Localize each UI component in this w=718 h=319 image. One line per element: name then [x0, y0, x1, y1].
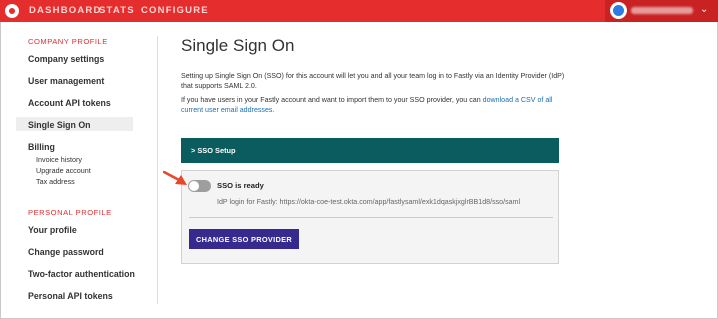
- sso-setup-header[interactable]: > SSO Setup: [181, 138, 559, 163]
- sso-setup-title: > SSO Setup: [191, 146, 236, 155]
- fastly-logo-icon[interactable]: [5, 4, 19, 18]
- sidebar-item-change-password[interactable]: Change password: [28, 247, 104, 257]
- sso-toggle[interactable]: [188, 180, 211, 192]
- sidebar-item-user-management[interactable]: User management: [28, 76, 104, 86]
- sidebar-subitem-invoice-history[interactable]: Invoice history: [36, 155, 82, 164]
- panel-divider: [189, 217, 553, 218]
- sidebar-item-single-sign-on[interactable]: Single Sign On: [28, 120, 91, 130]
- sidebar-item-billing[interactable]: Billing: [28, 142, 55, 152]
- sidebar-item-personal-api-tokens[interactable]: Personal API tokens: [28, 291, 113, 301]
- sidebar-item-your-profile[interactable]: Your profile: [28, 225, 77, 235]
- idp-login-url: IdP login for Fastly: https://okta-coe-t…: [217, 198, 521, 206]
- intro-text: Setting up Single Sign On (SSO) for this…: [181, 72, 565, 90]
- sidebar-item-company-settings[interactable]: Company settings: [28, 54, 104, 64]
- nav-dashboard[interactable]: DASHBOARD: [29, 0, 102, 22]
- sidebar-section-company: COMPANY PROFILE: [28, 37, 108, 46]
- sidebar-subitem-upgrade-account[interactable]: Upgrade account: [36, 166, 91, 175]
- user-avatar-icon[interactable]: [610, 2, 627, 19]
- user-email-redacted[interactable]: [631, 7, 693, 14]
- change-sso-provider-button[interactable]: CHANGE SSO PROVIDER: [189, 229, 299, 249]
- import-text: If you have users in your Fastly account…: [181, 95, 566, 115]
- toggle-knob: [189, 181, 199, 191]
- sso-setup-title-text: SSO Setup: [197, 146, 236, 155]
- sidebar-section-personal: PERSONAL PROFILE: [28, 208, 112, 217]
- sidebar-divider: [157, 36, 158, 304]
- nav-stats[interactable]: STATS: [99, 0, 135, 22]
- nav-configure[interactable]: CONFIGURE: [141, 0, 209, 22]
- annotation-arrow-icon: [163, 171, 187, 185]
- sso-toggle-label: SSO is ready: [217, 181, 264, 190]
- page-title: Single Sign On: [181, 36, 295, 55]
- import-text-prefix: If you have users in your Fastly account…: [181, 96, 483, 104]
- chevron-down-icon[interactable]: ⌄: [700, 4, 708, 15]
- sidebar-subitem-tax-address[interactable]: Tax address: [36, 177, 75, 186]
- sidebar-item-two-factor-authentication[interactable]: Two-factor authentication: [28, 269, 135, 279]
- sidebar-item-account-api-tokens[interactable]: Account API tokens: [28, 98, 111, 108]
